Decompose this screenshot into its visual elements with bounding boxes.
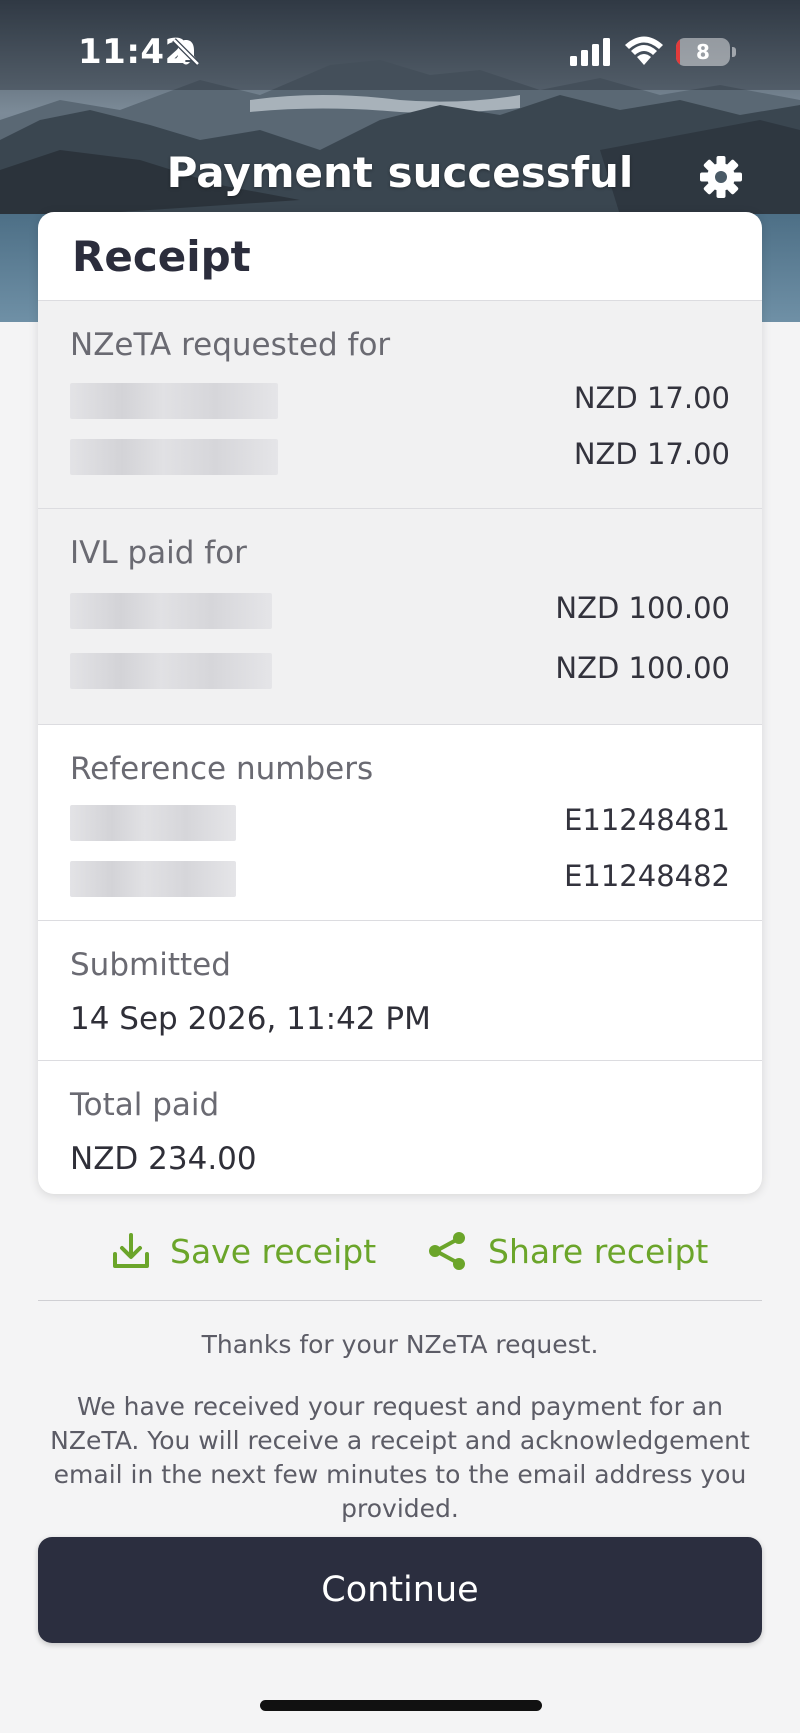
- ivl-row: NZD 100.00: [70, 583, 730, 639]
- receipt-card: Receipt NZeTA requested for NZD 17.00 NZ…: [38, 212, 762, 1194]
- references-label: Reference numbers: [70, 751, 374, 787]
- reference-row: E11248482: [70, 851, 730, 907]
- submitted-label: Submitted: [70, 947, 231, 983]
- reference-number: E11248481: [564, 803, 730, 837]
- battery-level-text: 8: [696, 40, 710, 64]
- total-label: Total paid: [70, 1087, 220, 1123]
- total-section: Total paid NZD 234.00: [38, 1060, 762, 1194]
- save-receipt-label: Save receipt: [170, 1231, 377, 1271]
- nzeta-section: NZeTA requested for NZD 17.00 NZD 17.00: [38, 300, 762, 508]
- receipt-actions: Save receipt Share receipt: [0, 1216, 800, 1286]
- ivl-amount: NZD 100.00: [555, 651, 730, 685]
- nzeta-amount: NZD 17.00: [573, 381, 730, 415]
- home-indicator[interactable]: [260, 1700, 542, 1711]
- continue-button[interactable]: Continue: [38, 1537, 762, 1643]
- share-icon: [429, 1232, 465, 1270]
- references-section: Reference numbers E11248481 E11248482: [38, 724, 762, 920]
- download-icon: [113, 1233, 149, 1268]
- redacted-name: [70, 439, 278, 475]
- nzeta-row: NZD 17.00: [70, 373, 730, 429]
- bell-muted-icon: [172, 38, 200, 66]
- battery-tip: [732, 47, 736, 57]
- ivl-row: NZD 100.00: [70, 643, 730, 699]
- submitted-section: Submitted 14 Sep 2026, 11:42 PM: [38, 920, 762, 1060]
- confirmation-message: We have received your request and paymen…: [50, 1392, 750, 1523]
- nzeta-row: NZD 17.00: [70, 429, 730, 485]
- redacted-name: [70, 805, 236, 841]
- share-receipt-button[interactable]: Share receipt: [428, 1216, 708, 1286]
- reference-number: E11248482: [564, 859, 730, 893]
- cellular-signal-icon: [570, 38, 610, 66]
- redacted-name: [70, 653, 272, 689]
- status-bar: 11:42 8: [0, 0, 800, 100]
- nzeta-label: NZeTA requested for: [70, 327, 391, 363]
- submitted-value: 14 Sep 2026, 11:42 PM: [70, 1001, 431, 1037]
- receipt-title: Receipt: [72, 232, 251, 281]
- nzeta-amount: NZD 17.00: [573, 437, 730, 471]
- thanks-message: Thanks for your NZeTA request.: [201, 1330, 599, 1359]
- gear-icon[interactable]: [698, 154, 744, 200]
- save-receipt-button[interactable]: Save receipt: [112, 1216, 376, 1286]
- battery-indicator: 8: [676, 38, 730, 66]
- ivl-label: IVL paid for: [70, 535, 247, 571]
- total-value: NZD 234.00: [70, 1141, 257, 1177]
- redacted-name: [70, 861, 236, 897]
- wifi-icon: [625, 36, 663, 65]
- divider: [38, 1300, 762, 1301]
- page-title: Payment successful: [166, 148, 634, 197]
- ivl-amount: NZD 100.00: [555, 591, 730, 625]
- ivl-section: IVL paid for NZD 100.00 NZD 100.00: [38, 508, 762, 724]
- redacted-name: [70, 593, 272, 629]
- reference-row: E11248481: [70, 795, 730, 851]
- share-receipt-label: Share receipt: [488, 1231, 709, 1271]
- redacted-name: [70, 383, 278, 419]
